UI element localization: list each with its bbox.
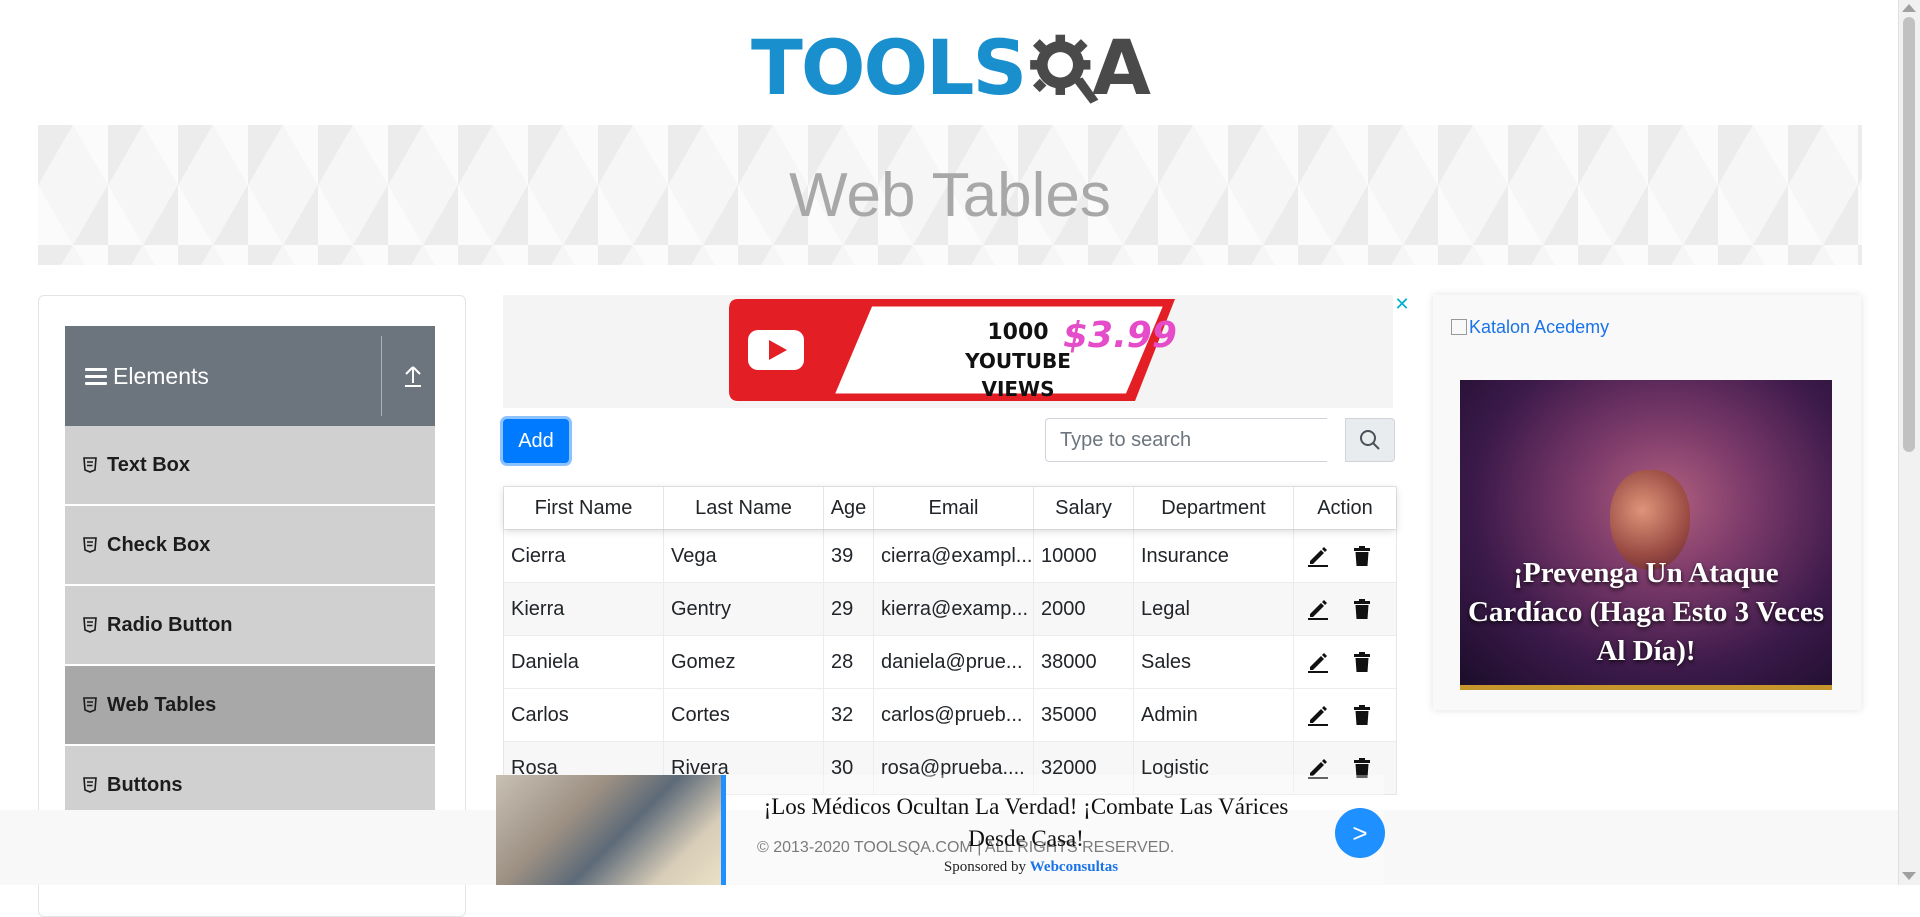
sidebar-item-label: Radio Button: [107, 613, 233, 636]
column-header-first-name[interactable]: First Name: [504, 487, 664, 529]
bottom-sticky-ad[interactable]: ¡Los Médicos Ocultan La Verdad! ¡Combate…: [496, 775, 1385, 885]
sidebar-item-label: Web Tables: [107, 693, 217, 716]
cell-action: [1294, 636, 1396, 688]
close-ad-icon[interactable]: ✕: [1393, 295, 1411, 313]
cell-last-name: Cortes: [664, 689, 824, 741]
cell-salary: 35000: [1034, 689, 1134, 741]
elements-group-header[interactable]: Elements: [65, 326, 435, 426]
search-icon: [1360, 430, 1380, 450]
katalon-ad-link[interactable]: Katalon Acedemy: [1451, 317, 1609, 338]
cell-salary: 10000: [1034, 530, 1134, 582]
heart-attack-ad[interactable]: ¡Prevenga Un Ataque Cardíaco (Haga Esto …: [1460, 380, 1832, 690]
upload-arrow-icon[interactable]: [403, 362, 423, 390]
html5-icon: [83, 457, 97, 473]
search-input[interactable]: [1045, 418, 1327, 462]
cell-first-name: Kierra: [504, 583, 664, 635]
group-divider: [381, 336, 382, 416]
cell-last-name: Gentry: [664, 583, 824, 635]
youtube-views-ad[interactable]: 1000 YOUTUBE VIEWS $3.99: [503, 295, 1393, 408]
delete-trash-icon[interactable]: [1350, 650, 1374, 674]
sidebar-item-radio-button[interactable]: Radio Button: [65, 586, 435, 666]
ad-accent-bar: [721, 775, 726, 885]
broken-image-icon: [1451, 319, 1467, 335]
cell-department: Admin: [1134, 689, 1294, 741]
gear-magnifier-icon: [1030, 34, 1099, 104]
column-header-age[interactable]: Age: [824, 487, 874, 529]
cell-salary: 2000: [1034, 583, 1134, 635]
sidebar-item-web-tables[interactable]: Web Tables: [65, 666, 435, 746]
edit-pencil-icon[interactable]: [1306, 703, 1330, 727]
table-row: Cierra Vega 39 cierra@exampl... 10000 In…: [504, 529, 1396, 582]
cell-department: Sales: [1134, 636, 1294, 688]
katalon-ad-alt-text: Katalon Acedemy: [1469, 317, 1610, 337]
cell-age: 28: [824, 636, 874, 688]
logo-text-a: A: [1092, 22, 1151, 112]
cell-last-name: Gomez: [664, 636, 824, 688]
logo-text: TOOLS: [751, 22, 1027, 112]
ad-thumbnail: [496, 775, 721, 885]
table-row: Kierra Gentry 29 kierra@examp... 2000 Le…: [504, 582, 1396, 635]
cell-first-name: Carlos: [504, 689, 664, 741]
ad-next-button[interactable]: >: [1335, 808, 1385, 858]
edit-pencil-icon[interactable]: [1306, 650, 1330, 674]
sidebar-item-label: Check Box: [107, 533, 211, 556]
right-ad-panel: Katalon Acedemy ¡Prevenga Un Ataque Card…: [1433, 295, 1861, 710]
table-row: Daniela Gomez 28 daniela@prue... 38000 S…: [504, 635, 1396, 688]
column-header-last-name[interactable]: Last Name: [664, 487, 824, 529]
html5-icon: [83, 777, 97, 793]
group-label: Elements: [113, 362, 209, 389]
table-row: Carlos Cortes 32 carlos@prueb... 35000 A…: [504, 688, 1396, 741]
delete-trash-icon[interactable]: [1350, 544, 1374, 568]
heart-ad-headline: ¡Prevenga Un Ataque Cardíaco (Haga Esto …: [1467, 557, 1825, 667]
edit-pencil-icon[interactable]: [1306, 544, 1330, 568]
html5-icon: [83, 537, 97, 553]
column-header-email[interactable]: Email: [874, 487, 1034, 529]
cell-action: [1294, 583, 1396, 635]
cell-age: 39: [824, 530, 874, 582]
cell-first-name: Daniela: [504, 636, 664, 688]
html5-icon: [83, 617, 97, 633]
cell-email: kierra@examp...: [874, 583, 1034, 635]
sponsor-link[interactable]: Webconsultas: [1030, 859, 1118, 875]
youtube-ad-price: $3.99: [1063, 315, 1177, 356]
cell-email: cierra@exampl...: [874, 530, 1034, 582]
cell-department: Legal: [1134, 583, 1294, 635]
scroll-down-arrow-icon[interactable]: [1902, 872, 1916, 880]
cell-salary: 38000: [1034, 636, 1134, 688]
delete-trash-icon[interactable]: [1350, 703, 1374, 727]
cell-first-name: Cierra: [504, 530, 664, 582]
column-header-department[interactable]: Department: [1134, 487, 1294, 529]
bottom-ad-sponsor: Sponsored by Webconsultas: [741, 859, 1321, 876]
sidebar-item-text-box[interactable]: Text Box: [65, 426, 435, 506]
table-header: First Name Last Name Age Email Salary De…: [504, 487, 1396, 529]
delete-trash-icon[interactable]: [1350, 597, 1374, 621]
sidebar-item-label: Text Box: [107, 453, 190, 476]
column-header-action[interactable]: Action: [1294, 487, 1396, 529]
page-title: Web Tables: [789, 160, 1111, 230]
html5-icon: [83, 697, 97, 713]
add-button[interactable]: Add: [503, 419, 569, 463]
web-table: First Name Last Name Age Email Salary De…: [503, 486, 1397, 795]
page-banner: Web Tables: [38, 125, 1862, 265]
search-button[interactable]: [1345, 418, 1395, 462]
cell-action: [1294, 530, 1396, 582]
scrollbar-thumb[interactable]: [1903, 17, 1915, 452]
bottom-ad-headline: ¡Los Médicos Ocultan La Verdad! ¡Combate…: [763, 794, 1289, 851]
cell-department: Insurance: [1134, 530, 1294, 582]
cell-age: 32: [824, 689, 874, 741]
scroll-up-arrow-icon[interactable]: [1902, 4, 1916, 12]
hamburger-icon: [85, 367, 107, 385]
cell-action: [1294, 689, 1396, 741]
edit-pencil-icon[interactable]: [1306, 597, 1330, 621]
sponsor-prefix: Sponsored by: [943, 859, 1026, 875]
cell-email: daniela@prue...: [874, 636, 1034, 688]
cell-age: 29: [824, 583, 874, 635]
cell-email: carlos@prueb...: [874, 689, 1034, 741]
column-header-salary[interactable]: Salary: [1034, 487, 1134, 529]
cell-last-name: Vega: [664, 530, 824, 582]
sidebar-item-check-box[interactable]: Check Box: [65, 506, 435, 586]
sidebar-item-label: Buttons: [107, 773, 183, 796]
toolsqa-logo[interactable]: TOOLS A: [751, 20, 1151, 115]
